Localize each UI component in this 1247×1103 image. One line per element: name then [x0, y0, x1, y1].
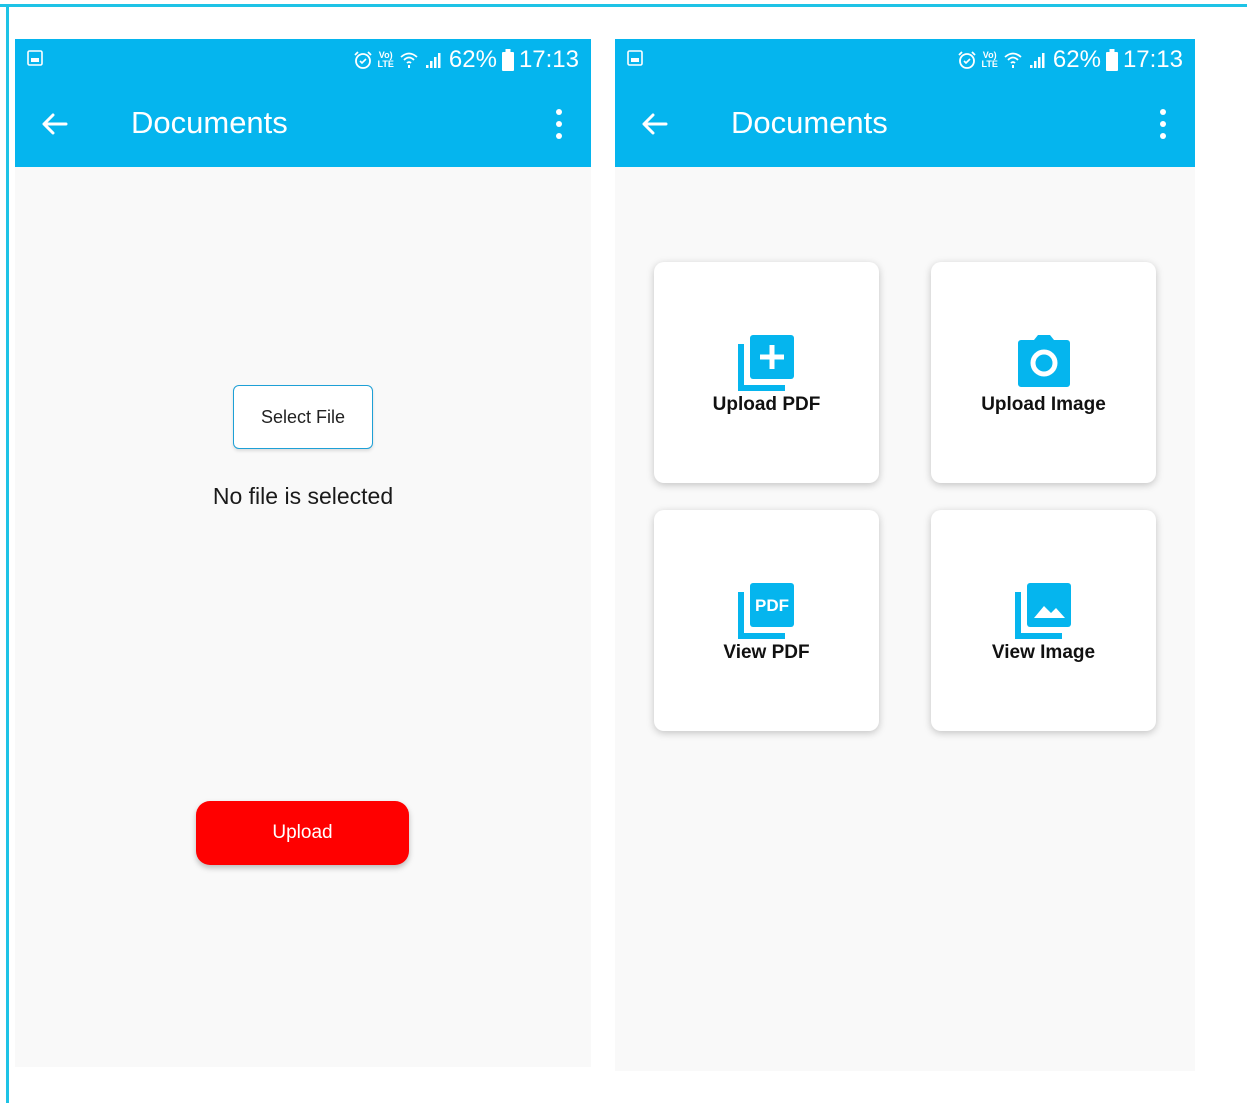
back-arrow-icon[interactable] — [39, 109, 69, 139]
wifi-icon — [1004, 52, 1022, 68]
view-image-card[interactable]: View Image — [931, 510, 1156, 731]
volte-icon: Vo) LTE — [377, 50, 394, 69]
clock: 17:13 — [518, 46, 579, 73]
clock: 17:13 — [1122, 46, 1183, 73]
status-indicators: Vo) LTE 62% 17:13 — [957, 46, 1183, 74]
upload-pdf-card[interactable]: Upload PDF — [654, 262, 879, 483]
add-pdf-icon — [737, 335, 794, 391]
signal-icon — [425, 53, 441, 68]
frame-top-line — [0, 4, 1247, 7]
app-bar: Vo) LTE 62% 17:13 Documents — [15, 39, 591, 167]
page-title: Documents — [731, 105, 888, 140]
status-bar: Vo) LTE 62% 17:13 — [15, 39, 591, 79]
svg-text:PDF: PDF — [755, 596, 789, 615]
phone-screen-documents-menu: Vo) LTE 62% 17:13 Documents Upload PDF U… — [615, 39, 1195, 1071]
card-label: Upload Image — [981, 394, 1106, 415]
battery-percent: 62% — [448, 46, 497, 73]
file-status-text: No file is selected — [212, 483, 394, 509]
app-bar: Vo) LTE 62% 17:13 Documents — [615, 39, 1195, 167]
battery-percent: 62% — [1052, 46, 1101, 73]
overflow-menu-icon[interactable] — [553, 107, 565, 141]
view-pdf-card[interactable]: PDF View PDF — [654, 510, 879, 731]
battery-icon — [1105, 49, 1118, 71]
image-gallery-icon — [1014, 583, 1071, 639]
select-file-button[interactable]: Select File — [233, 385, 373, 449]
volte-icon: Vo) LTE — [981, 50, 998, 69]
battery-icon — [501, 49, 514, 71]
card-label: Upload PDF — [712, 394, 821, 415]
wifi-icon — [400, 52, 418, 68]
camera-icon — [1017, 335, 1070, 387]
alarm-icon — [353, 51, 372, 69]
back-arrow-icon[interactable] — [639, 109, 669, 139]
status-indicators: Vo) LTE 62% 17:13 — [353, 46, 579, 74]
page-title: Documents — [131, 105, 288, 140]
overflow-menu-icon[interactable] — [1157, 107, 1169, 141]
status-bar: Vo) LTE 62% 17:13 — [615, 39, 1195, 79]
card-label: View PDF — [723, 642, 810, 663]
alarm-icon — [957, 51, 976, 69]
card-label: View Image — [991, 642, 1096, 663]
pdf-icon: PDF — [737, 583, 794, 639]
frame-left-line — [6, 4, 9, 1103]
upload-button[interactable]: Upload — [196, 801, 409, 865]
gallery-notification-icon — [627, 50, 643, 66]
signal-icon — [1029, 53, 1045, 68]
phone-screen-upload-file: Vo) LTE 62% 17:13 Documents Select File … — [15, 39, 591, 1067]
upload-image-card[interactable]: Upload Image — [931, 262, 1156, 483]
gallery-notification-icon — [27, 50, 43, 66]
